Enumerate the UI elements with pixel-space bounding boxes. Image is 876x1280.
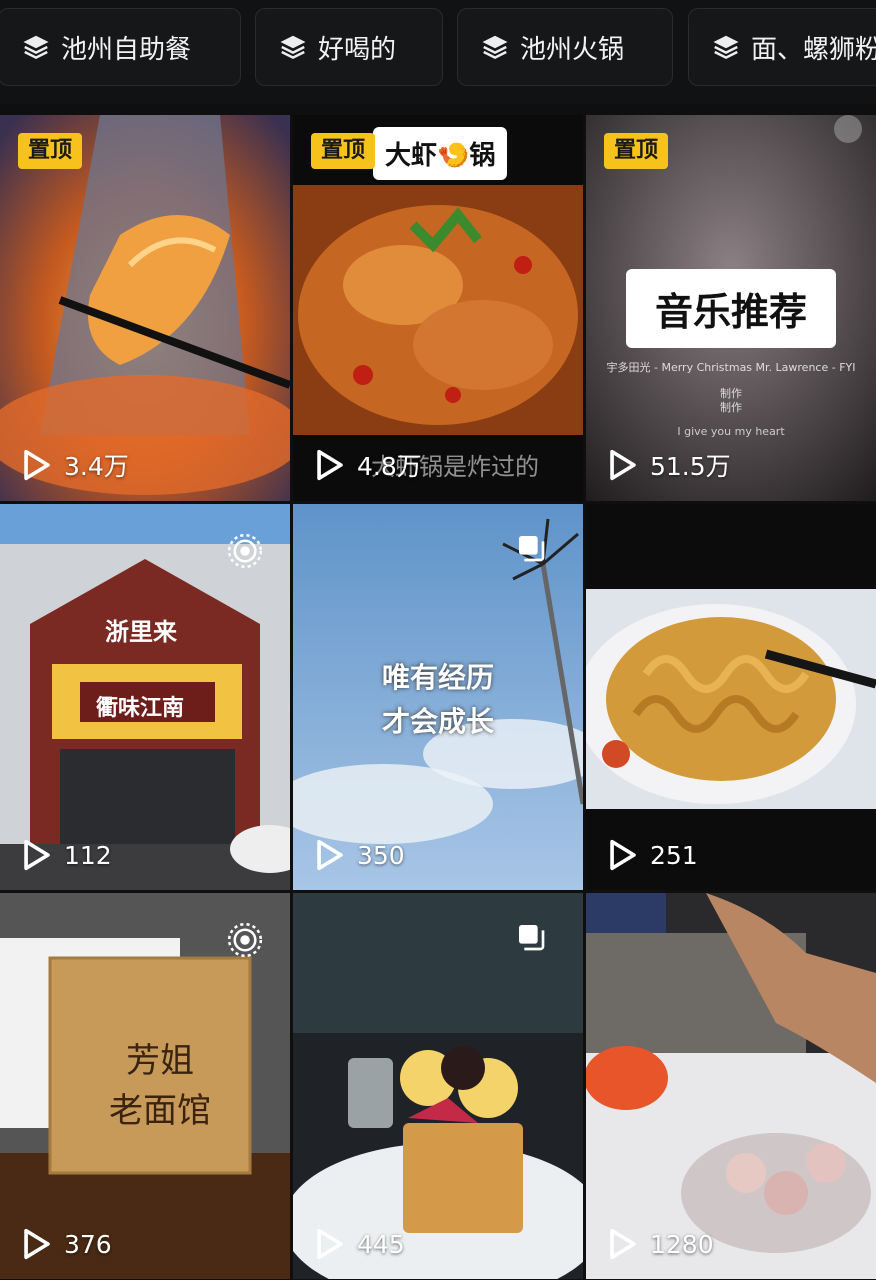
view-count: 51.5万 [608,447,731,483]
view-count-text: 445 [357,1229,405,1259]
view-count-text: 376 [64,1229,112,1259]
layers-icon [280,35,306,60]
collection-chip[interactable]: 池州火锅 [457,8,673,86]
video-title-card: 大虾🍤锅 [373,127,508,180]
view-count-text: 251 [650,840,698,870]
play-icon [24,839,50,871]
video-thumbnail [586,504,876,890]
play-icon [24,449,50,481]
view-count: 445 [315,1227,405,1261]
video-tile-dessert[interactable]: 445 [293,893,583,1279]
video-tile-restaurant[interactable]: 浙里来 衢味江南 112 [0,504,290,890]
layers-icon [482,35,508,60]
video-tile-noodle-shop[interactable]: 芳姐 老面馆 376 [0,893,290,1279]
video-title-card: 音乐推荐 [626,269,836,348]
collection-chip[interactable]: 池州自助餐 [0,8,241,86]
view-count: 3.4万 [22,447,129,483]
view-count-text: 112 [64,840,112,870]
view-count: 350 [315,838,405,872]
view-count-text: 3.4万 [64,452,129,481]
live-photo-icon [227,922,263,958]
shop-sign-line: 老面馆 [109,1091,211,1131]
video-tile-bbq[interactable]: 1280 [586,893,876,1279]
collection-chip[interactable]: 面、螺狮粉 [688,8,876,86]
view-count-text: 4.8万 [357,452,422,481]
collection-label: 池州自助餐 [61,34,192,65]
play-icon [317,839,343,871]
pinned-badge: 置顶 [18,133,83,170]
layers-icon [23,35,49,60]
video-tile-sky[interactable]: 唯有经历 才会成长 350 [293,504,583,890]
video-title-line: 才会成长 [381,705,494,738]
view-count: 251 [608,838,698,872]
play-icon [610,839,636,871]
store-sign: 衢味江南 [96,696,185,721]
view-count-text: 1280 [650,1229,714,1259]
collection-label: 好喝的 [318,34,397,65]
live-photo-icon [227,533,263,569]
collection-chip[interactable]: 好喝的 [255,8,443,86]
video-title-line: 唯有经历 [381,661,494,694]
pinned-badge: 置顶 [311,133,376,170]
collections-bar: 池州自助餐 好喝的 池州火锅 面、螺狮粉 [0,0,876,104]
video-tile-noodles[interactable]: 251 [586,504,876,890]
video-thumbnail [586,893,876,1279]
pinned-badge: 置顶 [604,133,669,170]
view-count: 4.8万 [315,447,422,483]
play-icon [24,1228,50,1260]
video-tile-spicy-shrimp[interactable]: 大虾🍤锅 置顶 大虾锅是炸过的 4.8万 [293,115,583,501]
collection-label: 面、螺狮粉 [751,34,876,65]
lyric-line: 宇多田光 - Merry Christmas Mr. Lawrence - FY… [606,361,856,374]
video-thumbnail [0,115,290,501]
view-count: 1280 [608,1227,714,1261]
play-icon [317,449,343,481]
play-icon [610,449,636,481]
video-grid: 置顶 3.4万 大虾🍤锅 置顶 大虾锅是炸过的 4.8万 置顶 音乐推荐 宇多田… [0,115,876,1280]
view-count-text: 51.5万 [650,452,731,481]
view-count: 376 [22,1227,112,1261]
layers-icon [713,35,739,60]
lyric-line: I give you my heart [677,425,785,438]
collection-label: 池州火锅 [520,34,625,65]
multi-image-icon [519,925,545,951]
shop-sign-line: 芳姐 [126,1041,194,1081]
play-icon [317,1228,343,1260]
video-tile-music[interactable]: 置顶 音乐推荐 宇多田光 - Merry Christmas Mr. Lawre… [586,115,876,501]
view-count-text: 350 [357,840,405,870]
video-tile-shrimp-hotpot[interactable]: 置顶 3.4万 [0,115,290,501]
store-sign: 浙里来 [105,618,177,646]
multi-image-icon [519,536,545,562]
view-count: 112 [22,838,112,872]
play-icon [610,1228,636,1260]
lyric-line: 制作 [720,401,742,414]
